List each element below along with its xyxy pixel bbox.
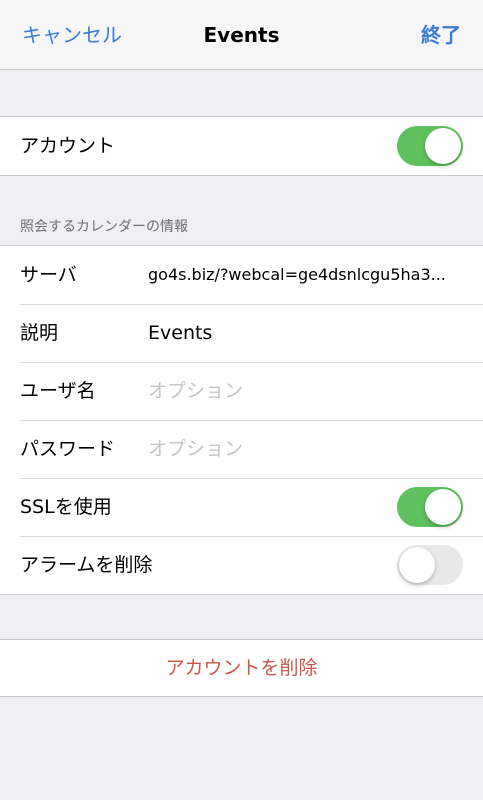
ssl-row: SSLを使用 xyxy=(0,478,483,536)
navigation-bar: キャンセル Events 終了 xyxy=(0,0,483,70)
remove-alarms-toggle[interactable] xyxy=(397,545,463,585)
password-input[interactable] xyxy=(148,434,448,464)
username-input[interactable] xyxy=(148,376,448,406)
ssl-toggle[interactable] xyxy=(397,487,463,527)
ssl-label: SSLを使用 xyxy=(20,496,112,518)
remove-alarms-label: アラームを削除 xyxy=(20,554,153,576)
server-label: サーバ xyxy=(20,264,77,286)
username-label: ユーザ名 xyxy=(20,380,96,402)
account-toggle[interactable] xyxy=(397,126,463,166)
section-header: 照会するカレンダーの情報 xyxy=(20,219,188,235)
account-group: アカウント xyxy=(0,116,483,176)
account-row: アカウント xyxy=(0,117,483,175)
cancel-button[interactable]: キャンセル xyxy=(22,0,122,70)
description-row[interactable]: 説明 Events xyxy=(0,304,483,362)
account-label: アカウント xyxy=(20,135,116,157)
remove-alarms-row: アラームを削除 xyxy=(0,536,483,594)
description-value[interactable]: Events xyxy=(148,304,461,362)
toggle-knob xyxy=(425,489,461,525)
toggle-knob xyxy=(399,547,435,583)
password-label: パスワード xyxy=(20,438,116,460)
done-button[interactable]: 終了 xyxy=(421,0,461,70)
password-row[interactable]: パスワード xyxy=(0,420,483,478)
delete-group: アカウントを削除 xyxy=(0,639,483,697)
delete-account-button[interactable]: アカウントを削除 xyxy=(0,640,483,696)
calendar-info-group: サーバ go4s.biz/?webcal=ge4dsnlcgu5ha3... 説… xyxy=(0,245,483,595)
server-row[interactable]: サーバ go4s.biz/?webcal=ge4dsnlcgu5ha3... xyxy=(0,246,483,304)
username-row[interactable]: ユーザ名 xyxy=(0,362,483,420)
toggle-knob xyxy=(425,128,461,164)
description-label: 説明 xyxy=(20,322,59,344)
server-value[interactable]: go4s.biz/?webcal=ge4dsnlcgu5ha3... xyxy=(148,246,461,304)
